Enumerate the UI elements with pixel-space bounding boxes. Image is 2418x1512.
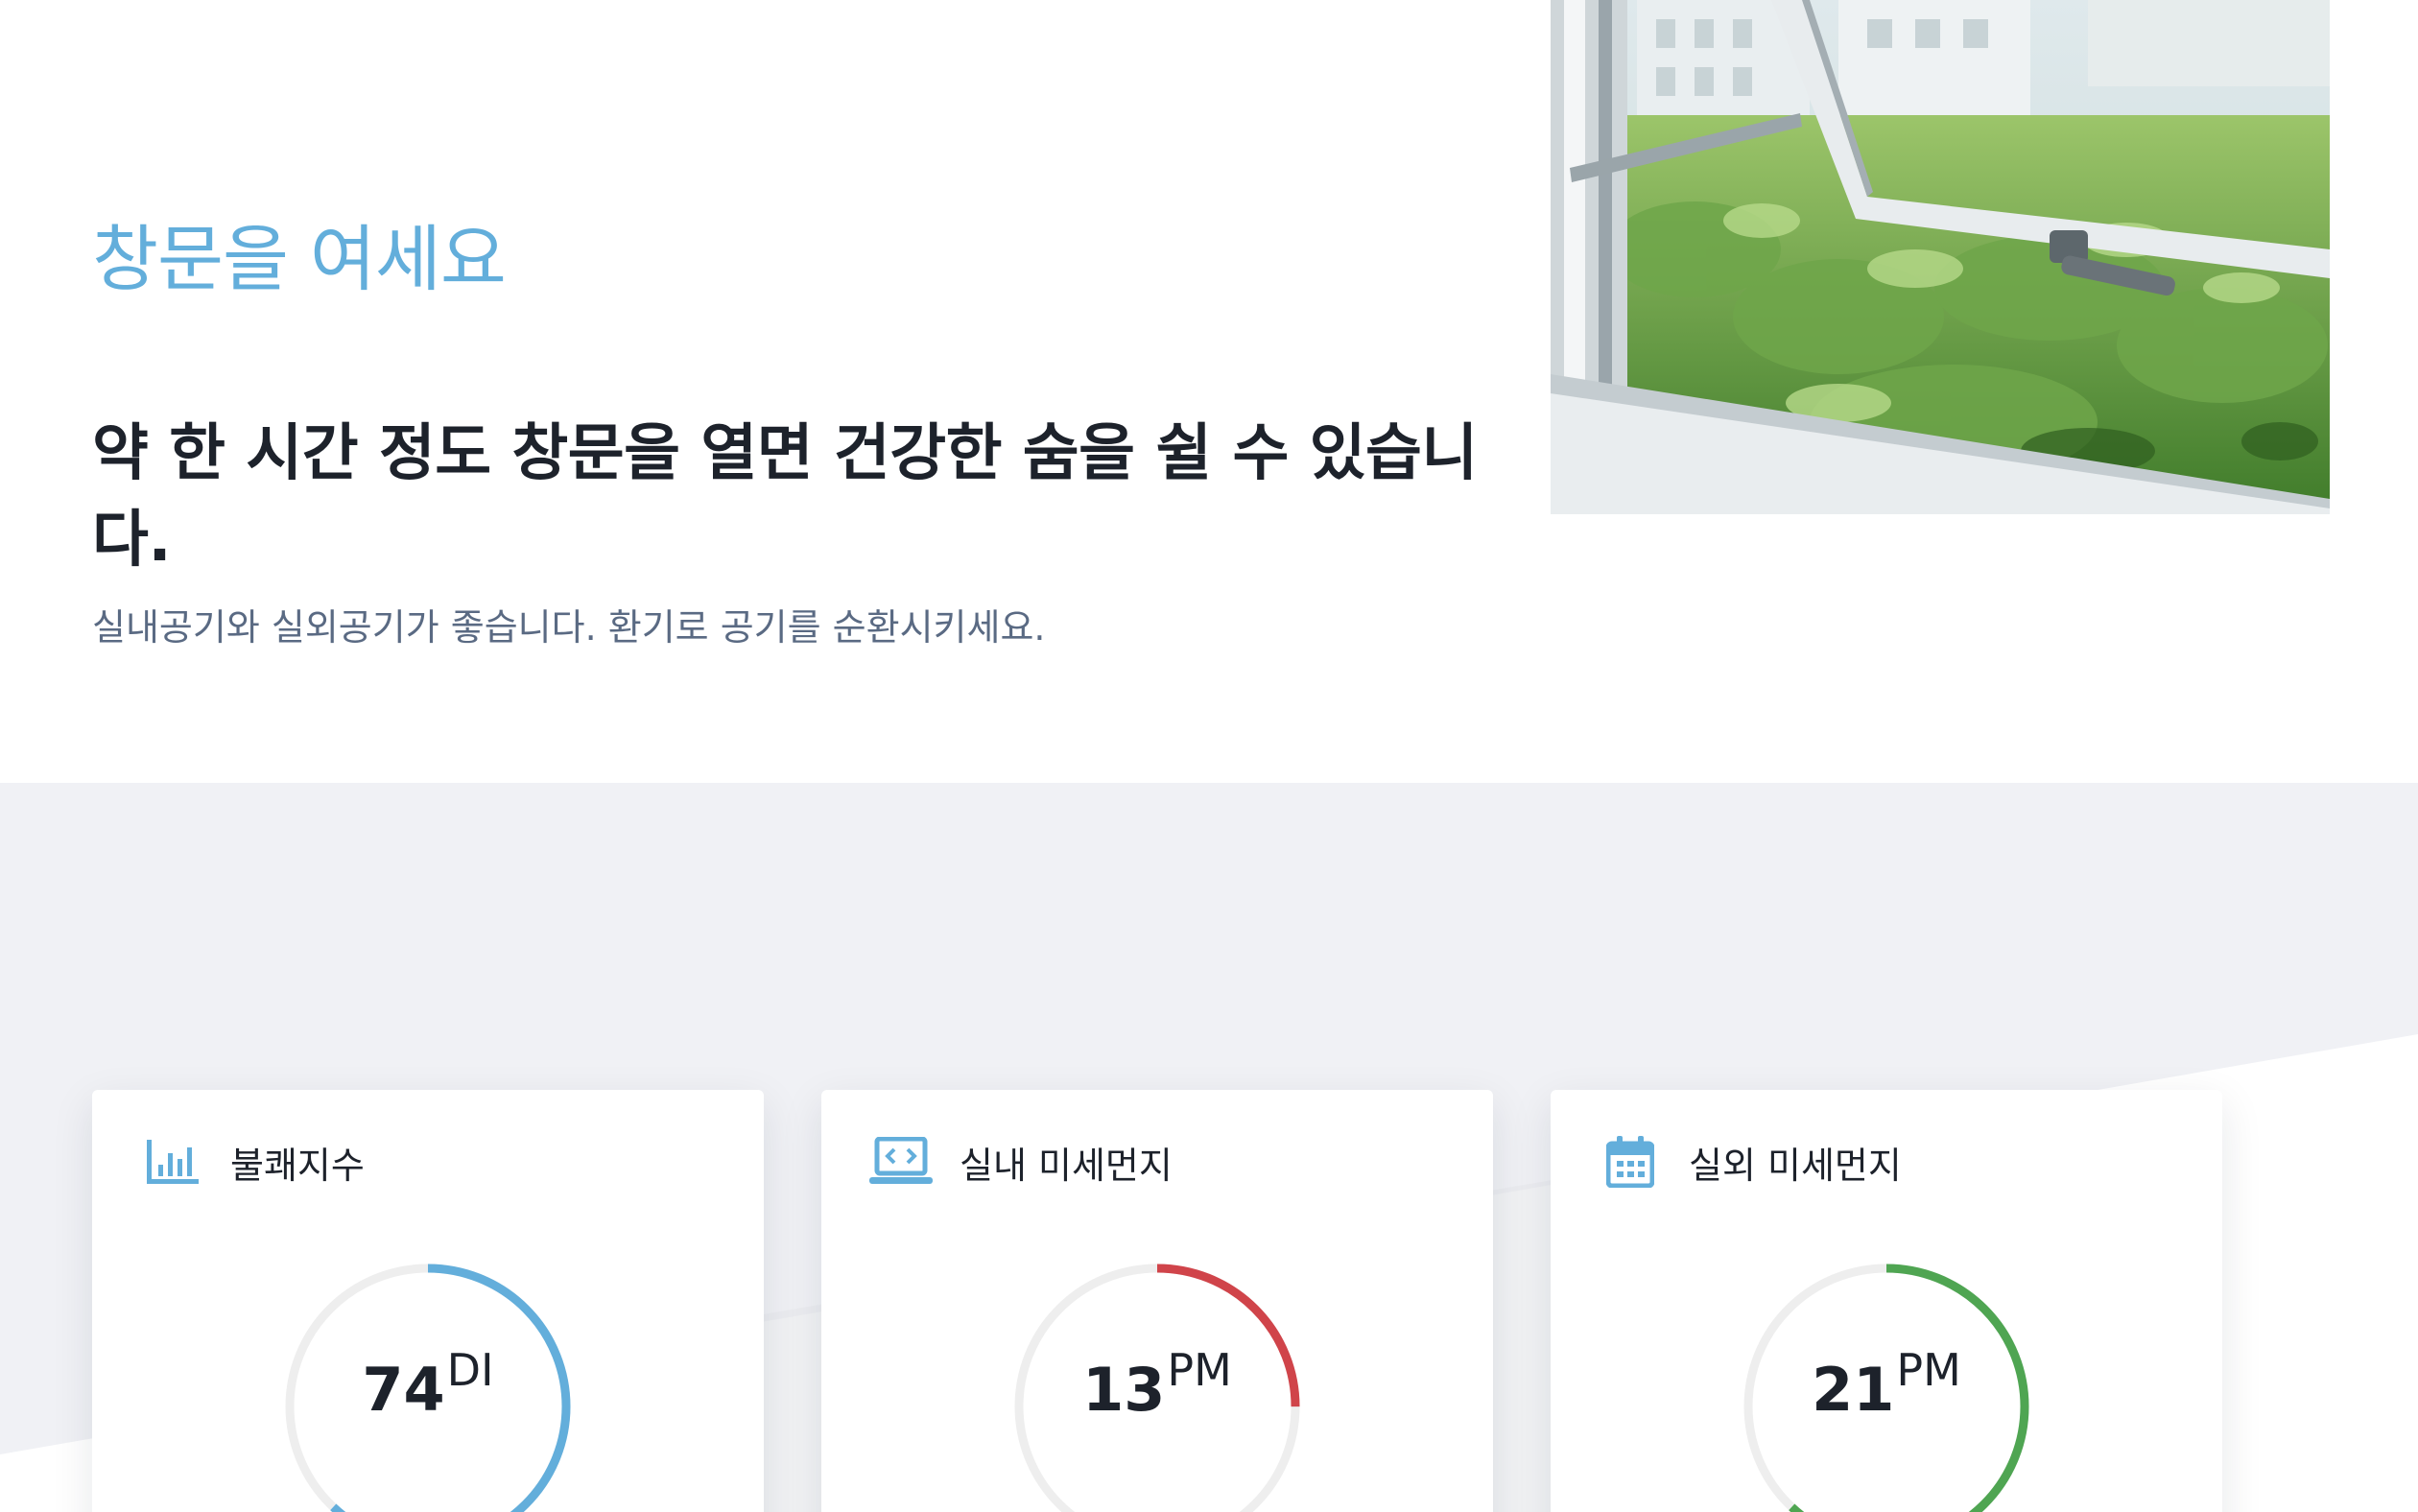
card-title: 실외 미세먼지 xyxy=(1689,1144,1902,1187)
card-header: 불쾌지수 xyxy=(138,1128,365,1195)
outdoor-dust-card: 실외 미세먼지 21PM xyxy=(1551,1090,2222,1512)
stats-section: 불쾌지수 74DI 실내 미세먼지 13PM 실외 미세먼지 21PM xyxy=(0,783,2418,1512)
card-title: 불쾌지수 xyxy=(230,1144,365,1187)
indoor-dust-card: 실내 미세먼지 13PM xyxy=(821,1090,1493,1512)
card-header: 실외 미세먼지 xyxy=(1597,1128,1902,1195)
discomfort-index-card: 불쾌지수 74DI xyxy=(92,1090,764,1512)
laptop-code-icon xyxy=(867,1128,935,1195)
gauge-value: 74DI xyxy=(284,1344,572,1425)
hero-heading: 약 한 시간 정도 창문을 열면 건강한 숨을 쉴 수 있습니다. xyxy=(92,418,1478,576)
gauge-value: 13PM xyxy=(1013,1344,1301,1425)
hero-subtext: 실내공기와 실외공기가 좋습니다. 환기로 공기를 순환시키세요. xyxy=(92,606,1046,649)
bar-chart-icon xyxy=(138,1128,205,1195)
gauge-number: 13 xyxy=(1082,1355,1166,1425)
card-header: 실내 미세먼지 xyxy=(867,1128,1173,1195)
hero-section: 창문을 여세요 약 한 시간 정도 창문을 열면 건강한 숨을 쉴 수 있습니다… xyxy=(0,0,2418,783)
gauge-number: 74 xyxy=(362,1355,445,1425)
indoor-dust-gauge: 13PM xyxy=(1013,1263,1301,1512)
hero-eyebrow: 창문을 여세요 xyxy=(92,217,507,301)
calendar-icon xyxy=(1597,1128,1664,1195)
discomfort-index-gauge: 74DI xyxy=(284,1263,572,1512)
card-title: 실내 미세먼지 xyxy=(960,1144,1173,1187)
gauge-number: 21 xyxy=(1812,1355,1895,1425)
gauge-value: 21PM xyxy=(1742,1344,2030,1425)
gauge-unit: DI xyxy=(446,1344,494,1396)
outdoor-dust-gauge: 21PM xyxy=(1742,1263,2030,1512)
open-window-photo xyxy=(1551,0,2330,514)
gauge-unit: PM xyxy=(1896,1344,1961,1396)
gauge-unit: PM xyxy=(1167,1344,1232,1396)
